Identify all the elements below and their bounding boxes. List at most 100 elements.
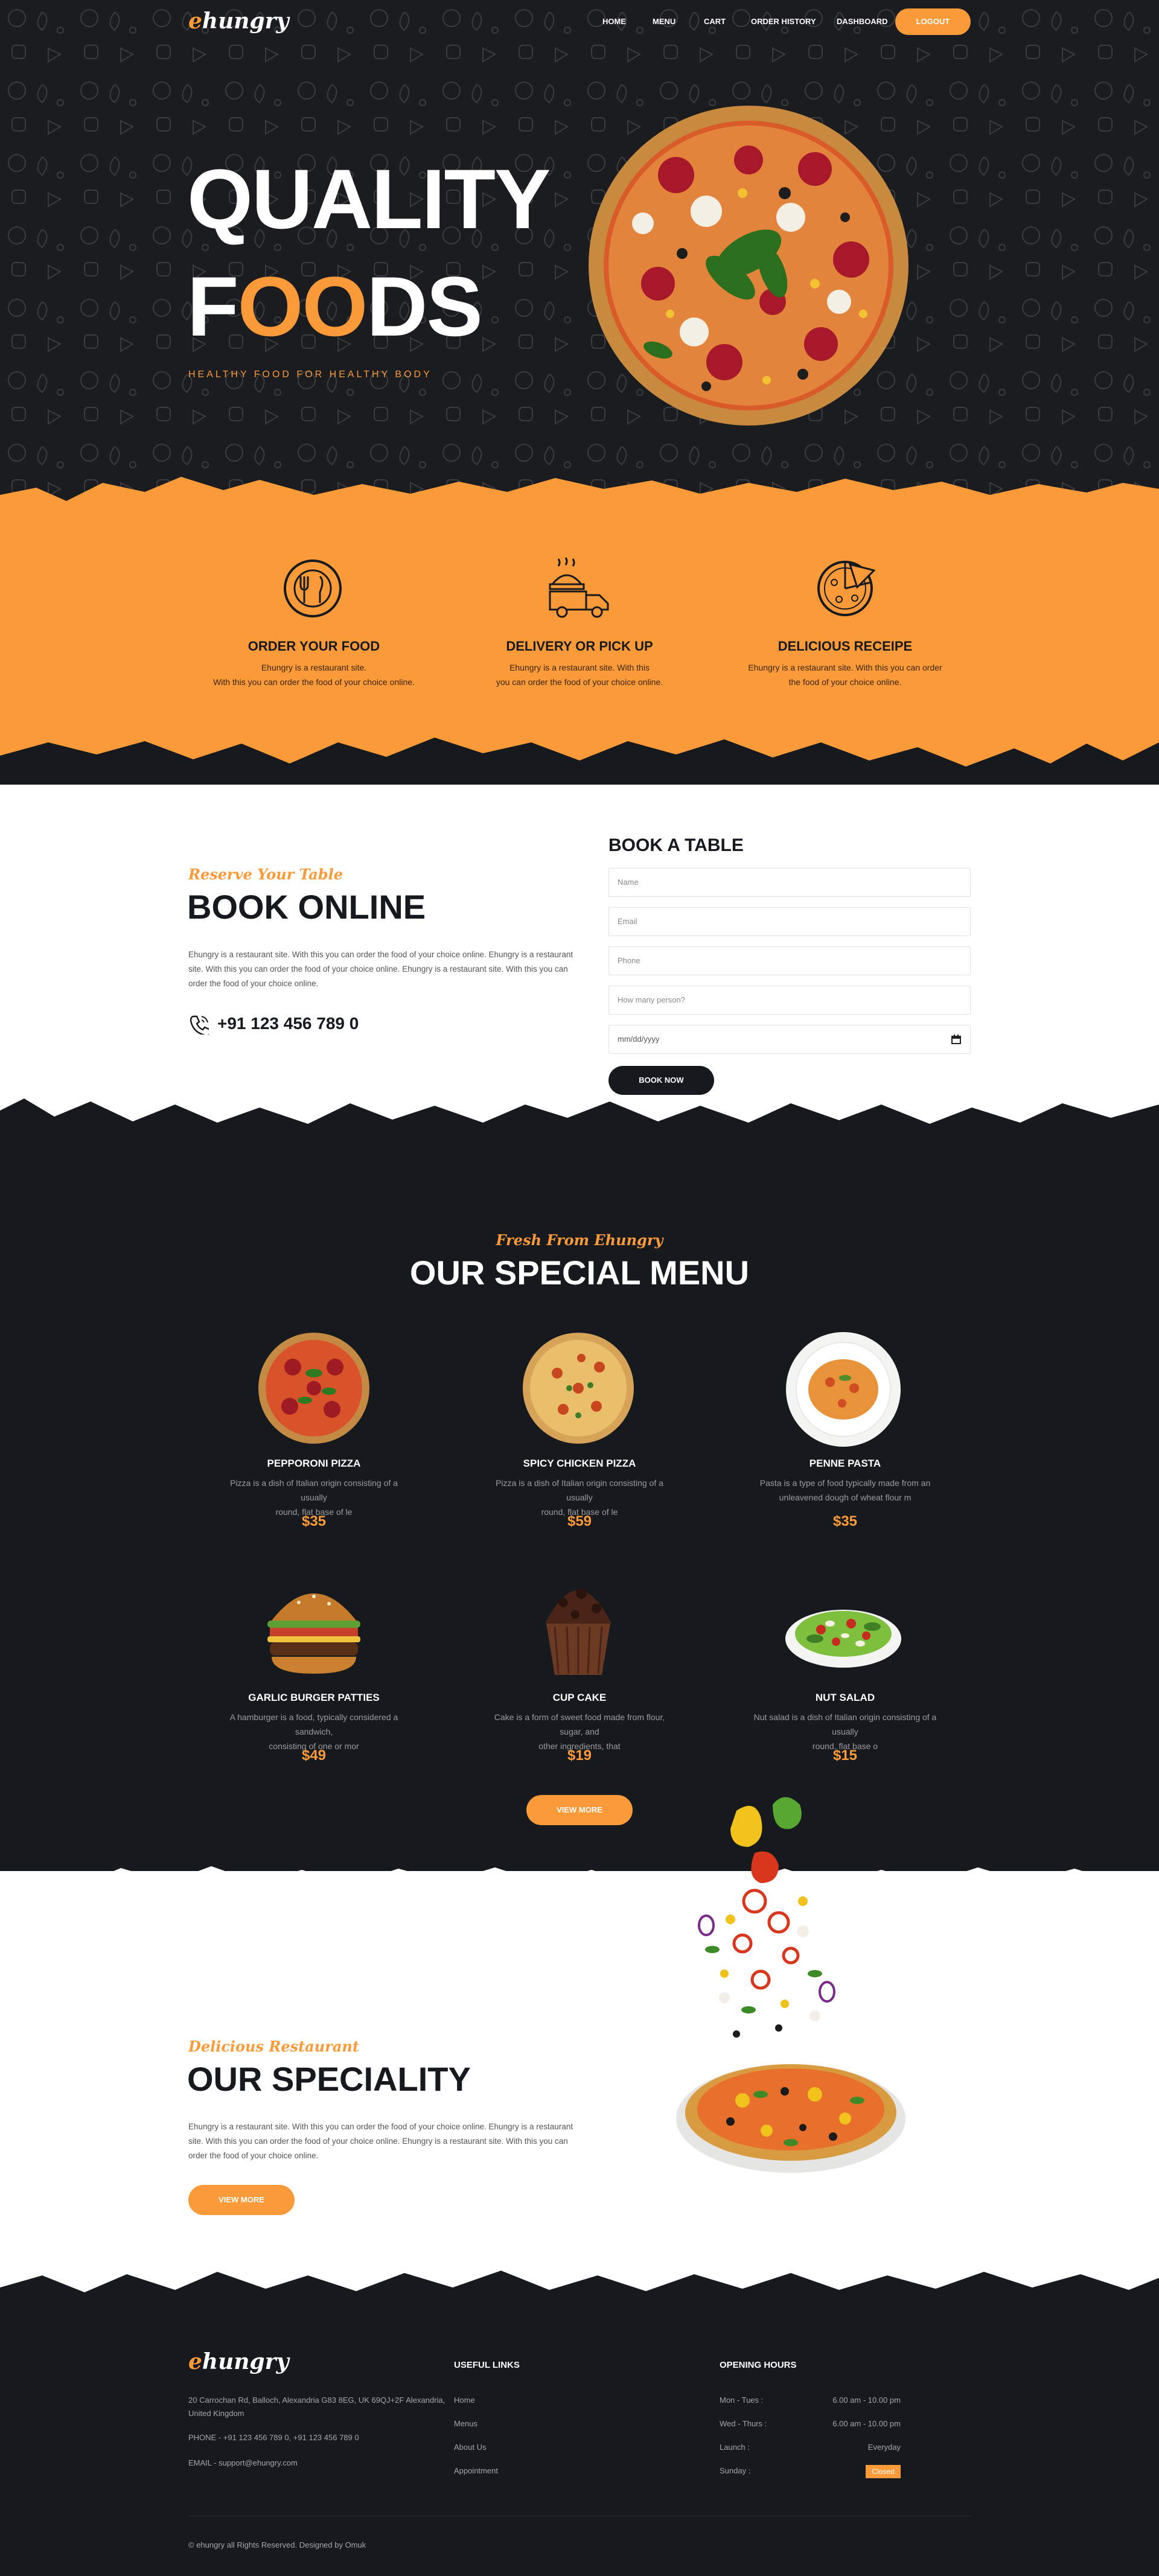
feature-text-order-1: Ehungry is a restaurant site. [261, 663, 367, 672]
persons-field[interactable]: How many person? [608, 986, 971, 1015]
delivery-truck-icon [549, 557, 609, 618]
footer-address-line: United Kingdom [188, 2409, 244, 2418]
dish-price: $15 [832, 1747, 858, 1764]
orange-brush-band [0, 477, 1159, 767]
dish-desc-line: Nut salad is a dish of Italian origin co… [753, 1712, 937, 1736]
hours-day: Launch : [720, 2443, 750, 2452]
speciality-view-more-button[interactable]: VIEW MORE [188, 2185, 295, 2215]
hours-day: Wed - Thurs : [720, 2419, 767, 2428]
footer-address: 20 Carrochan Rd, Balloch, Alexandria G83… [188, 2394, 445, 2420]
phone-field[interactable]: Phone [608, 946, 971, 975]
burger-image[interactable] [257, 1566, 371, 1681]
pizza-image [589, 106, 908, 426]
menu-title: OUR SPECIAL MENU [409, 1254, 750, 1292]
nav-cart[interactable]: CART [704, 17, 726, 26]
logout-button[interactable]: LOGOUT [895, 8, 971, 35]
menu-kicker: Fresh From Ehungry [496, 1231, 663, 1249]
feature-text-delivery-1: Ehungry is a restaurant site. With this [509, 663, 650, 672]
footer-logo[interactable]: ehungry [188, 2349, 289, 2374]
cupcake-image[interactable] [521, 1566, 636, 1681]
footer-address-line: 20 Carrochan Rd, Balloch, Alexandria G83… [188, 2396, 445, 2405]
date-placeholder: mm/dd/yyyy [618, 1035, 660, 1044]
dish-name: PENNE PASTA [809, 1458, 881, 1469]
dish-price: $49 [301, 1747, 327, 1764]
dish-desc-line: unleavened dough of wheat flour m [779, 1493, 912, 1502]
dish-price: $35 [832, 1513, 858, 1529]
cutlery-plate-icon [284, 560, 342, 617]
logo-accent-letter: e [188, 8, 202, 34]
speciality-title: OUR SPECIALITY [187, 2060, 471, 2098]
hours-time: 6.00 am - 10.00 pm [832, 2419, 901, 2428]
phone-icon [190, 1015, 209, 1035]
footer-link-about[interactable]: About Us [454, 2441, 486, 2454]
dish-name: CUP CAKE [552, 1692, 607, 1703]
closed-badge: Closed [866, 2465, 901, 2478]
useful-links-title: USEFUL LINKS [454, 2360, 520, 2370]
menu-view-more-button[interactable]: VIEW MORE [526, 1795, 633, 1825]
dish-price: $19 [567, 1747, 592, 1764]
booking-description-line: Ehungry is a restaurant site. With this … [188, 950, 573, 959]
hero-title-part3: DS [366, 259, 482, 354]
feature-text-order-2: With this you can order the food of your… [213, 677, 415, 687]
booking-phone[interactable]: +91 123 456 789 0 [217, 1014, 359, 1033]
dish-desc-line: A hamburger is a food, typically conside… [229, 1712, 398, 1736]
hours-day: Mon - Tues : [720, 2396, 764, 2405]
logo-text: hungry [202, 8, 289, 34]
hero-title-line2: FOODS [187, 264, 483, 349]
speciality-description-line: Ehungry is a restaurant site. With this … [188, 2122, 573, 2131]
dish-desc-line: Cake is a form of sweet food made from f… [494, 1712, 665, 1736]
dish-name: PEPPORONI PIZZA [267, 1458, 361, 1469]
dish-desc-line: Pizza is a dish of Italian origin consis… [496, 1478, 663, 1502]
email-field[interactable]: Email [608, 907, 971, 936]
special-menu-section: Fresh From Ehungry OUR SPECIAL MENU PEPP… [0, 1098, 1159, 1877]
hours-time: 6.00 am - 10.00 pm [832, 2396, 901, 2405]
nav-dashboard[interactable]: DASHBOARD [837, 17, 888, 26]
booking-description: Ehungry is a restaurant site. With this … [188, 948, 573, 991]
feature-title-order: ORDER YOUR FOOD [247, 639, 380, 654]
hours-time: Everyday [867, 2443, 901, 2452]
opening-hours-title: OPENING HOURS [720, 2360, 797, 2370]
dark-brush-top [0, 1098, 1159, 1147]
hero-section: ehungry HOME MENU CART ORDER HISTORY DAS… [0, 0, 1159, 507]
feature-title-delivery: DELIVERY OR PICK UP [506, 639, 653, 654]
feature-title-recipe: DELICIOUS RECEIPE [777, 639, 913, 654]
nav-home[interactable]: HOME [602, 17, 626, 26]
footer-link-home[interactable]: Home [454, 2394, 475, 2407]
hero-tagline: HEALTHY FOOD FOR HEALTHY BODY [188, 369, 432, 380]
footer-phone: PHONE - +91 123 456 789 0, +91 123 456 7… [188, 2433, 359, 2442]
hero-title-accent: OO [237, 259, 368, 354]
dark-brush-bottom [0, 2271, 1159, 2318]
nut-salad-image[interactable] [785, 1566, 902, 1684]
doodle-pattern [0, 0, 1159, 507]
booking-description-line: site. With this you can order the food o… [188, 964, 568, 974]
booking-title: BOOK ONLINE [187, 888, 426, 926]
date-field[interactable]: mm/dd/yyyy [608, 1025, 971, 1054]
speciality-description-line: site. With this you can order the food o… [188, 2137, 568, 2146]
dish-price: $35 [301, 1513, 327, 1529]
logo-accent-letter: e [188, 2349, 202, 2374]
pizza-icon [817, 561, 875, 616]
footer-email[interactable]: EMAIL - support@ehungry.com [188, 2456, 298, 2470]
brand-logo[interactable]: ehungry [188, 8, 289, 34]
dish-name: SPICY CHICKEN PIZZA [523, 1458, 636, 1469]
dish-desc-line: Pasta is a type of food typically made f… [759, 1478, 931, 1488]
vegetables-pizza-image [676, 1797, 905, 2173]
book-table-title: BOOK A TABLE [608, 835, 744, 855]
dish-price: $59 [567, 1513, 592, 1529]
footer-link-appointment[interactable]: Appointment [454, 2464, 498, 2478]
spicy-chicken-pizza-image[interactable] [521, 1331, 636, 1446]
speciality-description-line: order the food of your choice online. [188, 2151, 319, 2160]
hero-title-line1: QUALITY [187, 151, 551, 246]
feature-text-recipe-2: the food of your choice online. [788, 677, 902, 687]
hours-day: Sunday : [720, 2466, 751, 2475]
booking-kicker: Reserve Your Table [188, 866, 343, 883]
dish-description: Pasta is a type of food typically made f… [749, 1476, 942, 1505]
feature-text-delivery-2: you can order the food of your choice on… [496, 677, 663, 687]
penne-pasta-image[interactable] [785, 1331, 902, 1449]
nav-order-history[interactable]: ORDER HISTORY [751, 17, 816, 26]
nav-menu[interactable]: MENU [653, 17, 675, 26]
footer-link-menus[interactable]: Menus [454, 2417, 477, 2431]
calendar-icon[interactable] [951, 1034, 962, 1045]
name-field[interactable]: Name [608, 868, 971, 897]
pepperoni-pizza-image[interactable] [257, 1331, 371, 1446]
